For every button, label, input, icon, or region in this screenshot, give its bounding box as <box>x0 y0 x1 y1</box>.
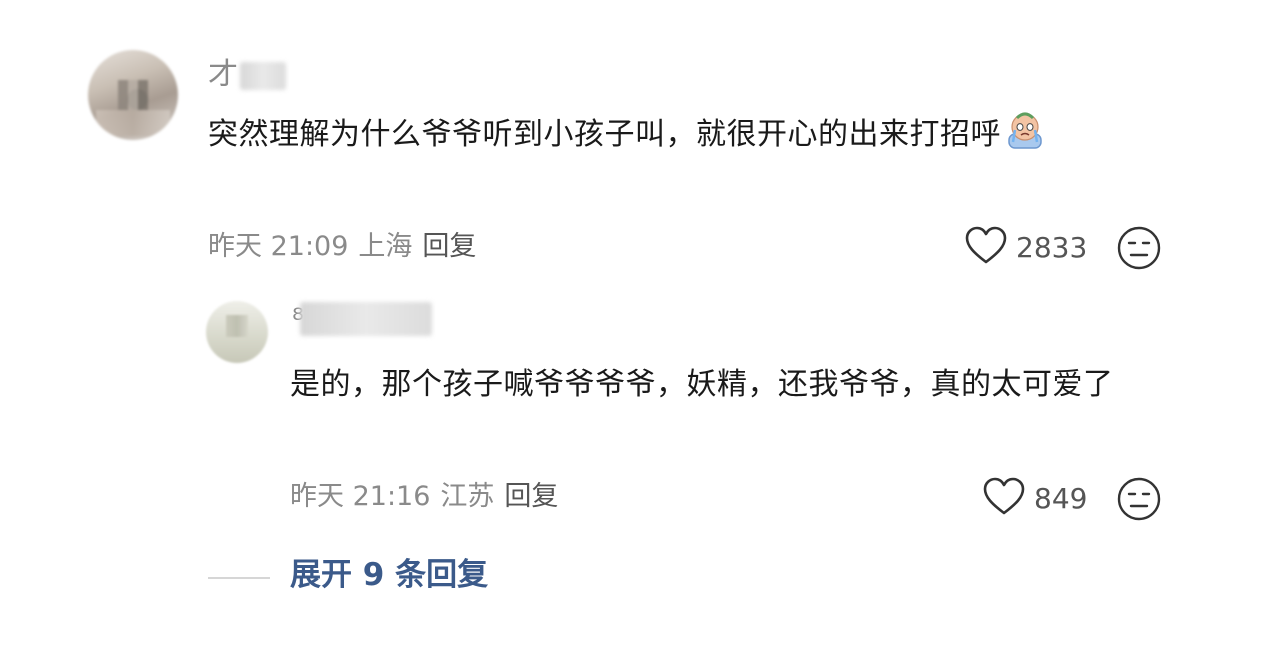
comment-text: 突然理解为什么爷爷听到小孩子叫，就很开心的出来打招呼 <box>208 117 1001 152</box>
meh-face-icon <box>1116 226 1162 275</box>
reply-time: 昨天 21:16 <box>290 481 431 512</box>
like-button[interactable]: 2833 <box>964 226 1087 270</box>
expand-divider <box>208 577 270 579</box>
like-button[interactable]: 849 <box>982 477 1087 521</box>
dislike-button[interactable] <box>1116 476 1162 526</box>
heart-outline-icon <box>964 226 1008 270</box>
like-count: 2833 <box>1016 231 1088 264</box>
commenter-avatar[interactable] <box>88 50 178 140</box>
dislike-button[interactable] <box>1116 225 1162 275</box>
comment-location: 上海 <box>358 231 413 262</box>
crying-emoji-icon <box>1003 108 1047 168</box>
username-blur <box>300 302 432 336</box>
meh-face-icon <box>1116 477 1162 526</box>
commenter-username[interactable]: 才 <box>208 60 238 90</box>
comment-body: 突然理解为什么爷爷听到小孩子叫，就很开心的出来打招呼 <box>208 108 1108 168</box>
reply-meta: 昨天 21:16 江苏 回复 <box>290 483 568 510</box>
reply-body: 是的，那个孩子喊爷爷爷爷，妖精，还我爷爷，真的太可爱了 <box>290 367 1114 402</box>
like-count: 849 <box>1034 482 1088 515</box>
reply-location: 江苏 <box>440 481 495 512</box>
heart-outline-icon <box>982 477 1026 521</box>
expand-replies-button[interactable]: 展开 9 条回复 <box>290 560 488 591</box>
comment-time: 昨天 21:09 <box>208 231 349 262</box>
comment-meta: 昨天 21:09 上海 回复 <box>208 233 486 260</box>
reply-button[interactable]: 回复 <box>422 231 476 262</box>
replier-avatar[interactable] <box>206 301 268 363</box>
reply-button[interactable]: 回复 <box>504 481 558 512</box>
username-blur <box>240 62 286 90</box>
